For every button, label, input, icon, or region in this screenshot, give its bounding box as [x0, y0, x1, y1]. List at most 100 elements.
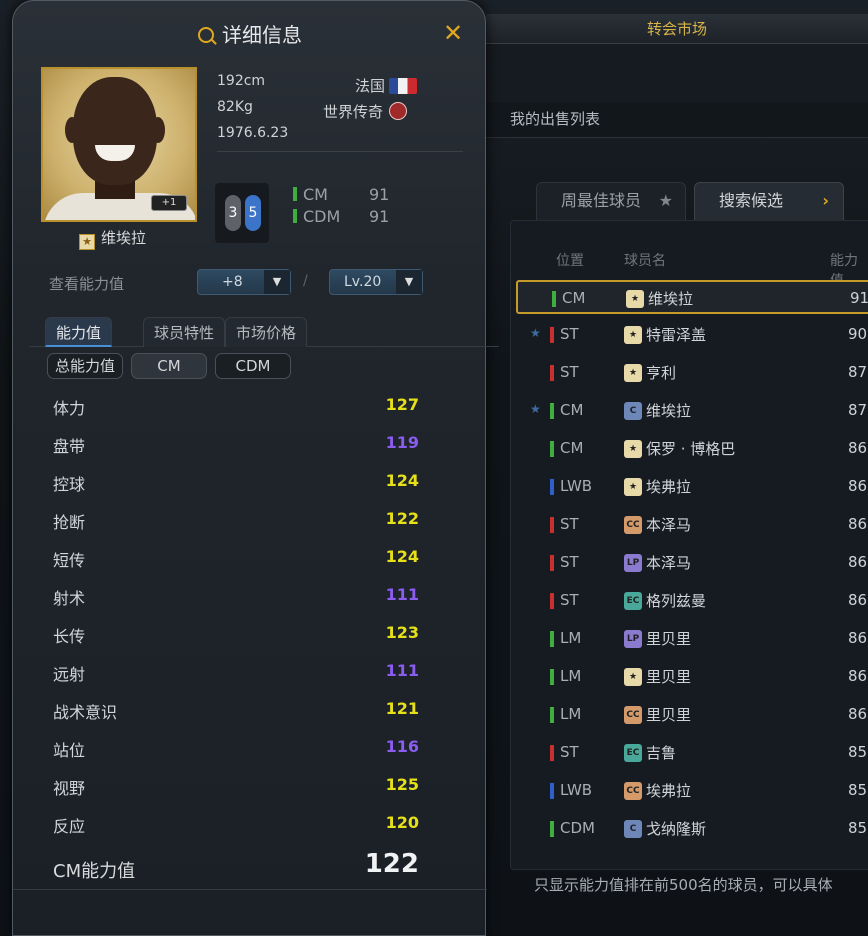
stat-row: 站位 116 — [53, 735, 419, 765]
star-icon: ★ — [658, 191, 673, 210]
height: 192cm — [217, 73, 266, 89]
season-badge-icon: CC — [624, 782, 642, 800]
row-player-name: 保罗 · 博格巴 — [646, 440, 736, 458]
stat-row: 射术 111 — [53, 583, 419, 613]
screen: 转会市场 我的出售列表 周最佳球员 ★ 搜索候选 › 位置 球员名 能力值 CM… — [0, 0, 868, 936]
player-name-text: 维埃拉 — [101, 229, 147, 247]
player-detail-panel: 详细信息 ✕ +1 ★ 维埃拉 192cm 82Kg 1976.6.23 法国 世… — [12, 0, 499, 936]
panel-divider — [13, 889, 487, 890]
position-label: CM — [303, 185, 328, 204]
stat-value: 124 — [385, 471, 419, 490]
stat-row: 盘带 119 — [53, 431, 419, 461]
chevron-down-icon: ▼ — [396, 270, 422, 294]
position-bar — [550, 669, 554, 685]
table-row[interactable]: ★ ST ★ 特雷泽盖 90 — [516, 318, 868, 352]
row-rating: 86 — [848, 439, 868, 457]
table-row[interactable]: CM ★ 保罗 · 博格巴 86 — [516, 432, 868, 466]
table-row[interactable]: LM CC 里贝里 86 — [516, 698, 868, 732]
pill-cdm[interactable]: CDM — [215, 353, 291, 379]
table-row[interactable]: ST LP 本泽马 86 — [516, 546, 868, 580]
list-header: 位置 球员名 能力值 — [510, 240, 868, 289]
stat-name: 短传 — [53, 551, 86, 570]
tab-traits[interactable]: 球员特性 — [143, 317, 226, 347]
table-row[interactable]: CM ★ 维埃拉 91 — [516, 280, 868, 314]
stat-row: 反应 120 — [53, 811, 419, 841]
row-player-name: 本泽马 — [646, 554, 692, 572]
season-badge-icon: C — [624, 820, 642, 838]
level-select[interactable]: Lv.20 ▼ — [329, 269, 423, 295]
market-title: 转会市场 — [486, 14, 868, 44]
view-ability-label: 查看能力值 — [49, 275, 125, 293]
nationality: 法国 — [355, 75, 418, 96]
season-text: 世界传奇 — [323, 103, 384, 121]
pill-cm[interactable]: CM — [131, 353, 207, 379]
table-row[interactable]: LM LP 里贝里 86 — [516, 622, 868, 656]
position-bar — [293, 209, 297, 223]
table-row[interactable]: LWB CC 埃弗拉 85 — [516, 774, 868, 808]
season-badge-icon: LP — [624, 554, 642, 572]
tab-market-price[interactable]: 市场价格 — [225, 317, 308, 347]
divider — [217, 151, 463, 152]
row-rating: 87 — [848, 401, 868, 419]
stat-name: 站位 — [53, 741, 86, 760]
row-position: ST — [560, 363, 579, 381]
row-position: LM — [560, 629, 582, 647]
stat-name: 体力 — [53, 399, 86, 418]
table-row[interactable]: LM ★ 里贝里 86 — [516, 660, 868, 694]
photo-upgrade-tag: +1 — [151, 195, 187, 211]
chevron-down-icon: ▼ — [264, 270, 290, 294]
pill-overall[interactable]: 总能力值 — [47, 353, 123, 379]
stat-value: 119 — [385, 433, 419, 452]
right-foot-icon: 5 — [245, 195, 261, 231]
stat-row: 远射 111 — [53, 659, 419, 689]
table-row[interactable]: ST EC 吉鲁 85 — [516, 736, 868, 770]
favorite-star-icon[interactable]: ★ — [530, 326, 541, 340]
close-icon[interactable]: ✕ — [443, 19, 463, 47]
stat-value: 125 — [385, 775, 419, 794]
table-row[interactable]: ★ CM C 维埃拉 87 — [516, 394, 868, 428]
row-position: LWB — [560, 477, 593, 495]
position-bar — [550, 821, 554, 837]
panel-title: 详细信息 — [13, 19, 487, 48]
stat-value: 120 — [385, 813, 419, 832]
row-player-name: 吉鲁 — [646, 744, 677, 762]
upgrade-select[interactable]: +8 ▼ — [197, 269, 291, 295]
row-position: LM — [560, 705, 582, 723]
col-name[interactable]: 球员名 — [624, 250, 666, 270]
stat-row: 控球 124 — [53, 469, 419, 499]
stat-name: 战术意识 — [53, 703, 118, 722]
row-position: ST — [560, 553, 579, 571]
row-position: CM — [560, 439, 584, 457]
tab-ability[interactable]: 能力值 — [45, 317, 113, 347]
row-position: ST — [560, 325, 579, 343]
tab-search-candidates[interactable]: 搜索候选 › — [694, 182, 844, 220]
season-badge-icon: EC — [624, 592, 642, 610]
table-row[interactable]: LWB ★ 埃弗拉 86 — [516, 470, 868, 504]
sell-list-tab[interactable]: 我的出售列表 — [510, 108, 600, 129]
position-bar — [550, 327, 554, 343]
position-bar — [550, 783, 554, 799]
stat-name: 视野 — [53, 779, 86, 798]
position-bar — [550, 745, 554, 761]
table-row[interactable]: ST ★ 亨利 87 — [516, 356, 868, 390]
row-rating: 86 — [848, 553, 868, 571]
position-bar — [293, 187, 297, 201]
stat-value: 122 — [385, 509, 419, 528]
detail-tabs: 能力值 球员特性 市场价格 — [29, 311, 499, 347]
col-position[interactable]: 位置 — [556, 250, 584, 270]
stat-value: 123 — [385, 623, 419, 642]
stat-name: 抢断 — [53, 513, 86, 532]
table-row[interactable]: ST EC 格列兹曼 86 — [516, 584, 868, 618]
position-bar — [550, 517, 554, 533]
tab-search-label: 搜索候选 — [719, 191, 784, 210]
search-icon — [198, 27, 214, 43]
position-bar — [550, 631, 554, 647]
stat-row: 战术意识 121 — [53, 697, 419, 727]
favorite-star-icon[interactable]: ★ — [530, 402, 541, 416]
table-row[interactable]: ST CC 本泽马 86 — [516, 508, 868, 542]
row-player-name: 维埃拉 — [648, 290, 694, 308]
tab-weekly-best[interactable]: 周最佳球员 ★ — [536, 182, 686, 220]
table-row[interactable]: CDM C 戈纳隆斯 85 — [516, 812, 868, 846]
row-position: ST — [560, 743, 579, 761]
season-badge-icon: C — [624, 402, 642, 420]
